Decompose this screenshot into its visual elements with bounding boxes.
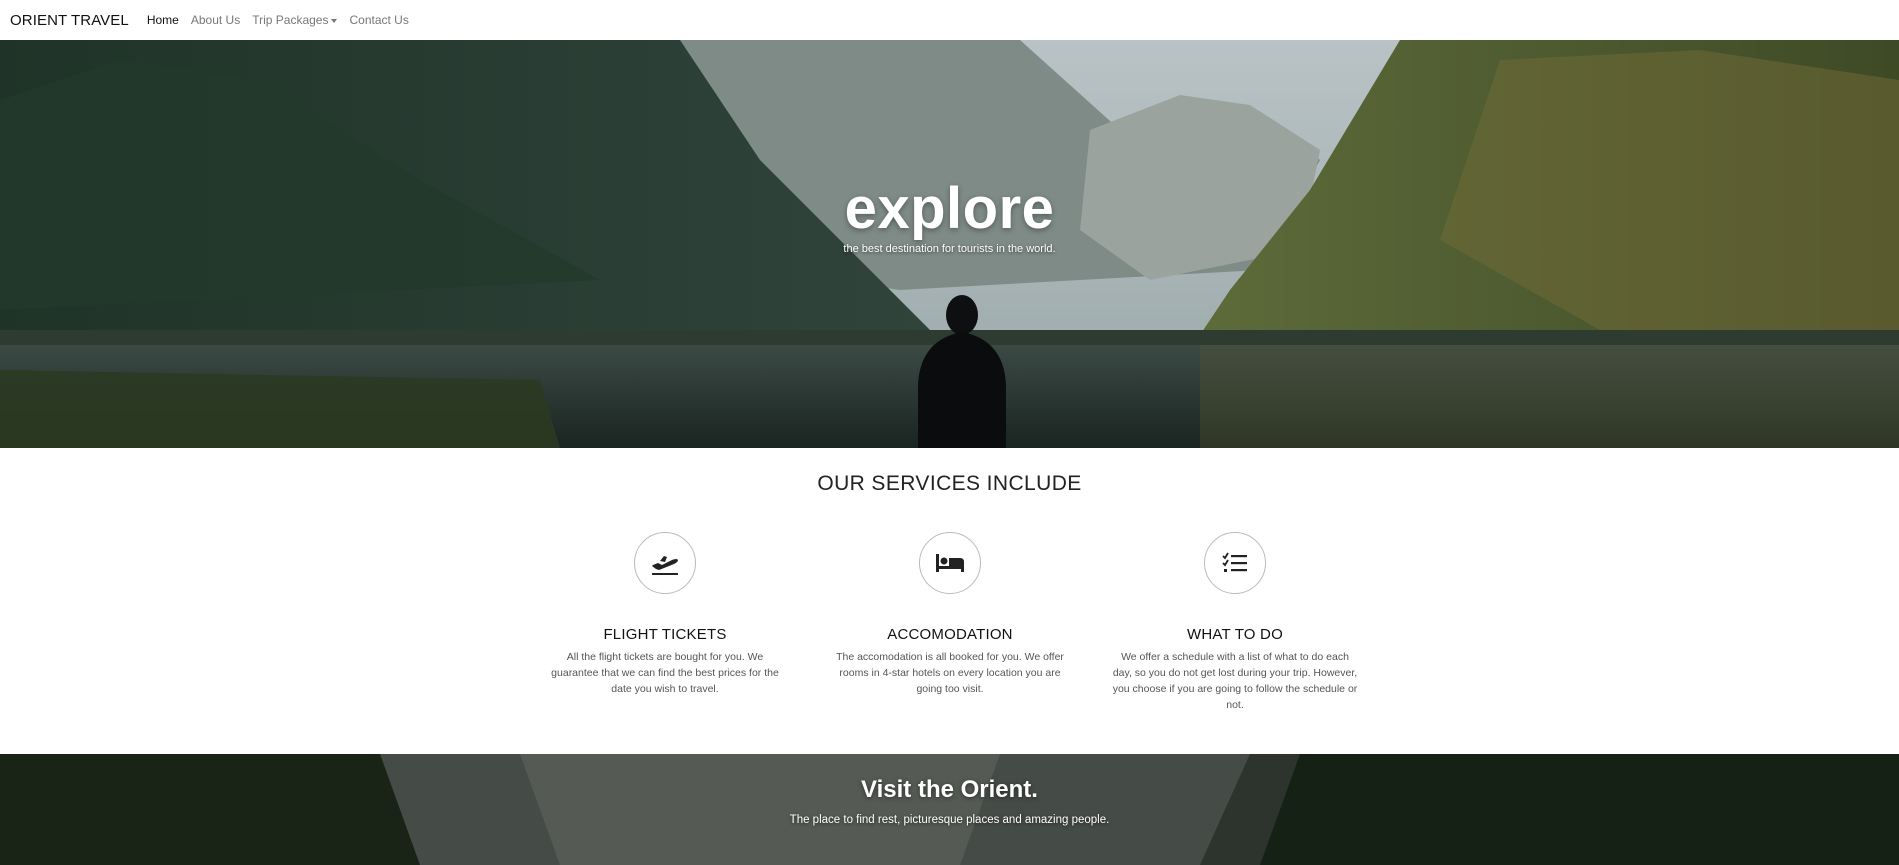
hero-section: explore the best destination for tourist… [0,40,1899,448]
nav-trip-packages-label: Trip Packages [252,13,329,27]
nav-home[interactable]: Home [147,13,179,27]
hero-title: explore [844,176,1055,241]
nav-about-us[interactable]: About Us [191,13,240,27]
nav-trip-packages[interactable]: Trip Packages [252,13,338,27]
service-icon-circle [1204,532,1266,594]
hero-subtitle: the best destination for tourists in the… [843,243,1056,255]
nav-links: Home About Us Trip Packages Contact Us [147,13,421,27]
service-description: We offer a schedule with a list of what … [1112,651,1358,711]
service-description: All the flight tickets are bought for yo… [551,651,779,695]
service-what-to-do: WHAT TO DO We offer a schedule with a li… [1110,532,1360,713]
banner-landscape-image [0,754,1899,865]
service-title: FLIGHT TICKETS [603,626,727,643]
plane-departure-icon [652,556,678,575]
service-icon-circle [634,532,696,594]
service-title: ACCOMODATION [887,626,1013,643]
banner-subtitle: The place to find rest, picturesque plac… [789,814,1110,826]
banner-section: Visit the Orient. The place to find rest… [0,754,1899,865]
banner-title: Visit the Orient. [861,776,1038,803]
navbar: ORIENT TRAVEL Home About Us Trip Package… [0,0,1899,40]
service-title: WHAT TO DO [1187,626,1283,643]
service-icon-circle [919,532,981,594]
bed-icon [936,554,964,572]
service-flight-tickets: FLIGHT TICKETS All the flight tickets ar… [540,532,790,697]
caret-down-icon [331,18,338,23]
brand-logo[interactable]: ORIENT TRAVEL [10,12,129,29]
service-accomodation: ACCOMODATION The accomodation is all boo… [825,532,1075,697]
checklist-icon [1222,552,1247,572]
services-heading: OUR SERVICES INCLUDE [817,472,1082,495]
service-description: The accomodation is all booked for you. … [836,651,1064,695]
nav-contact-us[interactable]: Contact Us [349,13,408,27]
